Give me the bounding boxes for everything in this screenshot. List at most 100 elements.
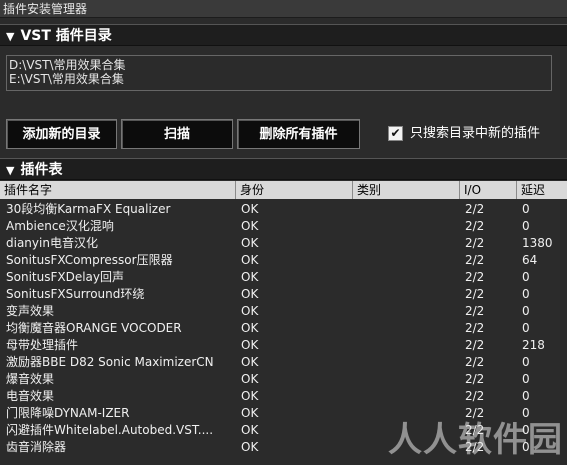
plugin-latency: 0 (522, 321, 530, 335)
table-row[interactable]: 电音效果 OK 2/2 0 (0, 388, 567, 405)
plugin-io: 2/2 (465, 355, 485, 369)
plugin-table-title: 插件表 (20, 162, 63, 178)
plugin-name: 30段均衡KarmaFX Equalizer (6, 202, 171, 216)
plugin-category (358, 388, 454, 405)
table-row[interactable]: dianyin电音汉化 OK 2/2 1380 (0, 235, 567, 252)
plugin-status: OK (241, 338, 259, 352)
plugin-manager-window: 插件安装管理器 ▼ VST 插件目录 D:\VST\常用效果合集 E:\VST\常… (0, 0, 567, 465)
delete-all-plugins-button[interactable]: 删除所有插件 (237, 119, 360, 149)
table-row[interactable]: Ambience汉化混响 OK 2/2 0 (0, 218, 567, 235)
plugin-io: 2/2 (465, 372, 485, 386)
plugin-category (358, 269, 454, 286)
plugin-io: 2/2 (465, 253, 485, 267)
directory-item[interactable]: E:\VST\常用效果合集 (9, 72, 549, 86)
plugin-latency: 0 (522, 219, 530, 233)
collapse-arrow-icon[interactable]: ▼ (6, 30, 14, 43)
plugin-name: 闪避插件Whitelabel.Autobed.VST.... (6, 423, 214, 437)
plugin-latency: 218 (522, 338, 545, 352)
column-header-io[interactable]: I/O (460, 181, 517, 199)
only-new-plugins-label: 只搜索目录中新的插件 (410, 126, 541, 141)
plugin-latency: 64 (522, 253, 538, 267)
plugin-name: Ambience汉化混响 (6, 219, 114, 233)
plugin-name: SonitusFXDelay回声 (6, 270, 124, 284)
table-row[interactable]: SonitusFXCompressor压限器 OK 2/2 64 (0, 252, 567, 269)
plugin-name: dianyin电音汉化 (6, 236, 98, 250)
plugin-category (358, 218, 454, 235)
plugin-latency: 1380 (522, 236, 553, 250)
table-row[interactable]: 激励器BBE D82 Sonic MaximizerCN OK 2/2 0 (0, 354, 567, 371)
plugin-name: 齿音消除器 (6, 440, 67, 454)
column-header-category[interactable]: 类别 (353, 181, 460, 199)
plugin-name: SonitusFXCompressor压限器 (6, 253, 173, 267)
plugin-status: OK (241, 270, 259, 284)
only-new-plugins-checkbox[interactable]: ✔ (388, 126, 403, 141)
directory-list[interactable]: D:\VST\常用效果合集 E:\VST\常用效果合集 (6, 55, 552, 91)
plugin-category (358, 354, 454, 371)
table-row[interactable]: SonitusFXSurround环绕 OK 2/2 0 (0, 286, 567, 303)
plugin-name: 母带处理插件 (6, 338, 79, 352)
plugin-name: 门限降噪DYNAM-IZER (6, 406, 130, 420)
plugin-name: SonitusFXSurround环绕 (6, 287, 145, 301)
plugin-status: OK (241, 287, 259, 301)
plugin-io: 2/2 (465, 338, 485, 352)
table-row[interactable]: 变声效果 OK 2/2 0 (0, 303, 567, 320)
plugin-io: 2/2 (465, 219, 485, 233)
plugin-status: OK (241, 202, 259, 216)
plugin-latency: 0 (522, 287, 530, 301)
plugin-latency: 0 (522, 389, 530, 403)
plugin-io: 2/2 (465, 304, 485, 318)
plugin-io: 2/2 (465, 236, 485, 250)
plugin-category (358, 337, 454, 354)
plugin-name: 变声效果 (6, 304, 55, 318)
plugin-io: 2/2 (465, 321, 485, 335)
table-row[interactable]: 30段均衡KarmaFX Equalizer OK 2/2 0 (0, 201, 567, 218)
plugin-status: OK (241, 253, 259, 267)
plugin-name: 均衡魔音器ORANGE VOCODER (6, 321, 182, 335)
vst-directory-section-header[interactable]: ▼ VST 插件目录 (0, 24, 567, 46)
plugin-latency: 0 (522, 355, 530, 369)
plugin-category (358, 303, 454, 320)
plugin-status: OK (241, 389, 259, 403)
plugin-io: 2/2 (465, 389, 485, 403)
table-row[interactable]: 均衡魔音器ORANGE VOCODER OK 2/2 0 (0, 320, 567, 337)
plugin-category (358, 252, 454, 269)
plugin-status: OK (241, 423, 259, 437)
plugin-name: 电音效果 (6, 389, 55, 403)
plugin-latency: 0 (522, 372, 530, 386)
plugin-category (358, 201, 454, 218)
plugin-status: OK (241, 355, 259, 369)
plugin-category (358, 286, 454, 303)
plugin-status: OK (241, 372, 259, 386)
window-title: 插件安装管理器 (0, 0, 567, 18)
plugin-latency: 0 (522, 304, 530, 318)
table-row[interactable]: SonitusFXDelay回声 OK 2/2 0 (0, 269, 567, 286)
column-header-name[interactable]: 插件名字 (0, 181, 236, 199)
scan-button[interactable]: 扫描 (121, 119, 233, 149)
directory-item[interactable]: D:\VST\常用效果合集 (9, 58, 549, 72)
plugin-status: OK (241, 440, 259, 454)
plugin-io: 2/2 (465, 287, 485, 301)
plugin-name: 爆音效果 (6, 372, 55, 386)
plugin-io: 2/2 (465, 202, 485, 216)
plugin-status: OK (241, 304, 259, 318)
table-row[interactable]: 母带处理插件 OK 2/2 218 (0, 337, 567, 354)
plugin-category (358, 320, 454, 337)
plugin-io: 2/2 (465, 270, 485, 284)
plugin-status: OK (241, 236, 259, 250)
add-directory-button[interactable]: 添加新的目录 (6, 119, 117, 149)
plugin-status: OK (241, 321, 259, 335)
column-header-status[interactable]: 身份 (236, 181, 353, 199)
collapse-arrow-icon[interactable]: ▼ (6, 164, 14, 177)
table-row[interactable]: 爆音效果 OK 2/2 0 (0, 371, 567, 388)
plugin-status: OK (241, 406, 259, 420)
table-header: 插件名字 身份 类别 I/O 延迟 (0, 181, 567, 199)
plugin-category (358, 235, 454, 252)
plugin-name: 激励器BBE D82 Sonic MaximizerCN (6, 355, 214, 369)
plugin-latency: 0 (522, 270, 530, 284)
site-watermark: 人人软件园 (388, 420, 563, 460)
column-header-latency[interactable]: 延迟 (517, 181, 567, 199)
plugin-latency: 0 (522, 202, 530, 216)
plugin-status: OK (241, 219, 259, 233)
plugin-table-section-header[interactable]: ▼ 插件表 (0, 158, 567, 180)
plugin-category (358, 371, 454, 388)
